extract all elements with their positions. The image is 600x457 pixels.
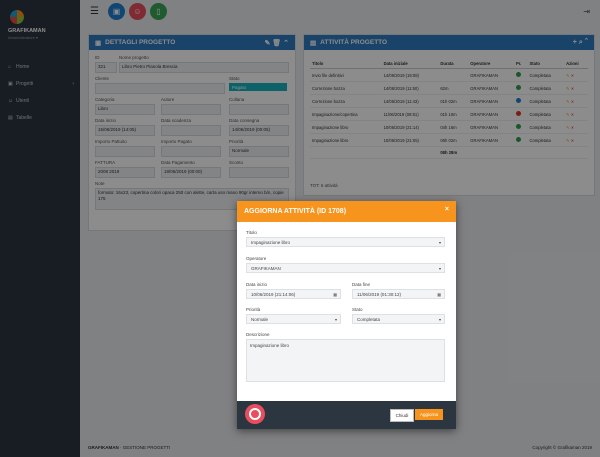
caret-down-icon: ▾: [438, 265, 441, 271]
data-fine-input[interactable]: 11/06/2019 (01:30:12) ▦: [352, 289, 445, 299]
stato-select[interactable]: Completata ▾: [352, 314, 445, 324]
select-value: GRAFIKAMAN: [251, 265, 281, 271]
caret-down-icon: ▾: [438, 239, 441, 245]
modal-footer: Chiudi Aggiorna: [237, 401, 456, 429]
descrizione-label: Descrizione: [246, 332, 270, 337]
select-value: Completata: [357, 316, 381, 322]
caret-down-icon: ▾: [438, 316, 441, 322]
data-fine-label: Data fine: [352, 282, 371, 287]
caret-down-icon: ▾: [334, 316, 337, 322]
lifebuoy-icon[interactable]: [245, 404, 265, 424]
modal-header: AGGIORNA ATTIVITÀ (ID 1708) ×: [237, 201, 456, 222]
operatore-label: Operatore: [246, 256, 267, 261]
calendar-icon[interactable]: ▦: [437, 292, 441, 297]
aggiorna-button[interactable]: Aggiorna: [415, 409, 443, 420]
select-value: Impaginazione libro: [251, 239, 291, 245]
priorita-label: Priorità: [246, 307, 261, 312]
titolo-select[interactable]: Impaginazione libro ▾: [246, 237, 445, 247]
data-inizio-label: Data inizio: [246, 282, 268, 287]
input-value: 10/06/2019 (21:14:06): [251, 291, 296, 297]
calendar-icon[interactable]: ▦: [333, 292, 337, 297]
input-value: 11/06/2019 (01:30:12): [357, 291, 401, 297]
stato-label: Stato: [352, 307, 363, 312]
titolo-label: Titolo: [246, 230, 257, 235]
aggiorna-attivita-modal: AGGIORNA ATTIVITÀ (ID 1708) × Titolo Imp…: [237, 201, 456, 429]
data-inizio-input[interactable]: 10/06/2019 (21:14:06) ▦: [246, 289, 341, 299]
operatore-select[interactable]: GRAFIKAMAN ▾: [246, 263, 445, 273]
priorita-select[interactable]: Normale ▾: [246, 314, 341, 324]
modal-title: AGGIORNA ATTIVITÀ (ID 1708): [244, 208, 347, 215]
close-icon[interactable]: ×: [445, 206, 449, 213]
chiudi-button[interactable]: Chiudi: [390, 409, 414, 422]
descrizione-textarea[interactable]: Impaginazione libro: [246, 339, 445, 382]
select-value: Normale: [251, 316, 269, 322]
